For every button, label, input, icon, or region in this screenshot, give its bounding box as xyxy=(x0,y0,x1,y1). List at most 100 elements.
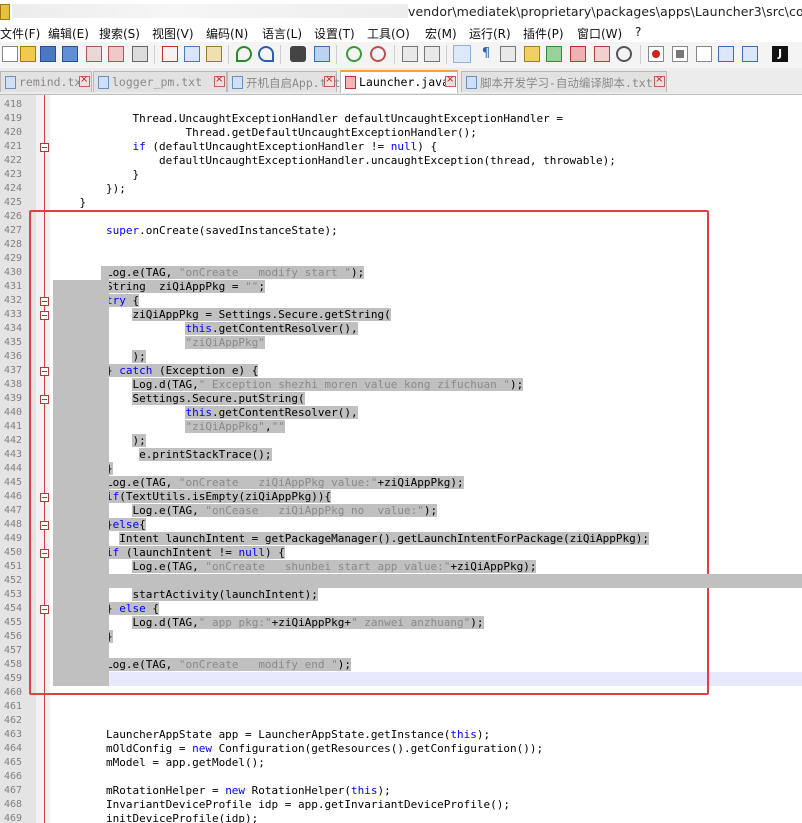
monitor-icon[interactable] xyxy=(616,46,632,62)
code-line[interactable]: mRotationHelper = new RotationHelper(thi… xyxy=(53,784,391,798)
close-tab-icon[interactable] xyxy=(324,73,335,87)
stop-macro-icon[interactable] xyxy=(672,46,688,62)
fold-toggle-icon[interactable] xyxy=(40,367,49,376)
open-folder-icon[interactable] xyxy=(20,46,36,62)
line-number: 434 xyxy=(3,323,22,334)
close-tab-icon[interactable] xyxy=(654,73,665,87)
fold-toggle-icon[interactable] xyxy=(40,297,49,306)
toolbar-separator xyxy=(640,45,641,64)
line-number: 432 xyxy=(3,295,22,306)
save-macro-icon[interactable] xyxy=(742,46,758,62)
new-file-icon[interactable] xyxy=(2,46,18,62)
fold-toggle-icon[interactable] xyxy=(40,143,49,152)
line-number: 456 xyxy=(3,631,22,642)
line-number: 442 xyxy=(3,435,22,446)
close-all-icon[interactable] xyxy=(108,46,124,62)
fold-toggle-icon[interactable] xyxy=(40,395,49,404)
fold-toggle-icon[interactable] xyxy=(40,493,49,502)
menu-item[interactable]: 文件(F) xyxy=(0,25,40,42)
line-number: 419 xyxy=(3,113,22,124)
line-number: 420 xyxy=(3,127,22,138)
save-icon[interactable] xyxy=(40,46,56,62)
line-number: 452 xyxy=(3,575,22,586)
tab-0[interactable]: remind.txt xyxy=(0,71,92,92)
menu-item[interactable]: 运行(R) xyxy=(469,25,511,42)
show-all-chars-icon[interactable]: ¶ xyxy=(478,46,494,62)
fold-toggle-icon[interactable] xyxy=(40,311,49,320)
indent-guide-icon[interactable] xyxy=(500,46,516,62)
code-text: InvariantDeviceProfile idp = app.getInva… xyxy=(53,798,510,811)
record-macro-icon[interactable] xyxy=(648,46,664,62)
fold-toggle-icon[interactable] xyxy=(40,549,49,558)
zoom-out-icon[interactable] xyxy=(370,46,386,62)
code-line[interactable]: mModel = app.getModel(); xyxy=(53,756,265,770)
function-list-icon[interactable] xyxy=(570,46,586,62)
line-number: 437 xyxy=(3,365,22,376)
replace-icon[interactable] xyxy=(314,46,330,62)
user-lang-icon[interactable] xyxy=(524,46,540,62)
tab-2[interactable]: 开机自启App.txt xyxy=(227,71,340,92)
menu-item[interactable]: 编码(N) xyxy=(206,25,248,42)
fold-toggle-icon[interactable] xyxy=(40,521,49,530)
tab-3[interactable]: Launcher.java xyxy=(340,70,458,93)
zoom-in-icon[interactable] xyxy=(346,46,362,62)
line-number: 469 xyxy=(3,813,22,823)
menu-item[interactable]: 设置(T) xyxy=(314,25,355,42)
close-tab-icon[interactable] xyxy=(214,73,225,87)
menu-item[interactable]: 插件(P) xyxy=(523,25,564,42)
folder-workspace-icon[interactable] xyxy=(594,46,610,62)
selection-fill xyxy=(53,322,109,336)
sync-vertical-icon[interactable] xyxy=(402,46,418,62)
find-icon[interactable] xyxy=(290,46,306,62)
play-macro-icon[interactable] xyxy=(696,46,712,62)
close-file-icon[interactable] xyxy=(86,46,102,62)
selection-fill xyxy=(101,266,109,280)
code-line[interactable]: } xyxy=(53,196,86,210)
code-line[interactable]: } xyxy=(53,168,139,182)
doc-map-icon[interactable] xyxy=(546,46,562,62)
code-text: Thread.UncaughtExceptionHandler defaultU… xyxy=(53,112,563,125)
code-text: }); xyxy=(53,182,126,195)
code-line[interactable]: LauncherAppState app = LauncherAppState.… xyxy=(53,728,490,742)
code-line[interactable]: InvariantDeviceProfile idp = app.getInva… xyxy=(53,798,510,812)
menu-item[interactable]: 搜索(S) xyxy=(99,25,140,42)
code-line[interactable]: Thread.getDefaultUncaughtExceptionHandle… xyxy=(53,126,476,140)
redo-icon[interactable] xyxy=(258,46,274,62)
code-line[interactable]: if (defaultUncaughtExceptionHandler != n… xyxy=(53,140,437,154)
menu-item[interactable]: 语言(L) xyxy=(262,25,302,42)
menu-item[interactable]: 窗口(W) xyxy=(577,25,622,42)
menu-item[interactable]: 视图(V) xyxy=(152,25,194,42)
menu-item[interactable]: 宏(M) xyxy=(425,25,457,42)
word-wrap-icon[interactable] xyxy=(453,45,471,63)
code-line[interactable]: Thread.UncaughtExceptionHandler defaultU… xyxy=(53,112,563,126)
code-text: } xyxy=(53,168,140,181)
close-tab-icon[interactable] xyxy=(445,73,456,87)
close-tab-icon[interactable] xyxy=(79,73,90,87)
menu-item[interactable]: 编辑(E) xyxy=(48,25,89,42)
line-number: 445 xyxy=(3,477,22,488)
save-all-icon[interactable] xyxy=(62,46,78,62)
file-icon xyxy=(98,76,109,89)
line-number: 448 xyxy=(3,519,22,530)
paste-icon[interactable] xyxy=(206,46,222,62)
plugin-j-icon[interactable]: J xyxy=(772,46,788,62)
copy-icon[interactable] xyxy=(184,46,200,62)
fold-toggle-icon[interactable] xyxy=(40,605,49,614)
sync-horizontal-icon[interactable] xyxy=(424,46,440,62)
code-line[interactable]: }); xyxy=(53,182,126,196)
tab-1[interactable]: logger_pm.txt xyxy=(93,71,227,92)
print-icon[interactable] xyxy=(132,46,148,62)
run-macro-multiple-icon[interactable] xyxy=(718,46,734,62)
menu-item[interactable]: 工具(O) xyxy=(367,25,410,42)
line-number: 438 xyxy=(3,379,22,390)
code-line[interactable]: mOldConfig = new Configuration(getResour… xyxy=(53,742,543,756)
cut-icon[interactable] xyxy=(162,46,178,62)
line-number: 430 xyxy=(3,267,22,278)
line-number: 463 xyxy=(3,729,22,740)
code-line[interactable]: defaultUncaughtExceptionHandler.uncaught… xyxy=(53,154,616,168)
undo-icon[interactable] xyxy=(236,46,252,62)
code-editor[interactable]: 418 419 420 421 422 423 424 425 426 427 428 429 430 4… xyxy=(0,95,802,823)
code-line[interactable]: initDeviceProfile(idp); xyxy=(53,812,258,823)
menu-item[interactable]: ? xyxy=(635,25,641,39)
tab-4[interactable]: 脚本开发学习-自动编译脚本.txt xyxy=(461,71,667,92)
